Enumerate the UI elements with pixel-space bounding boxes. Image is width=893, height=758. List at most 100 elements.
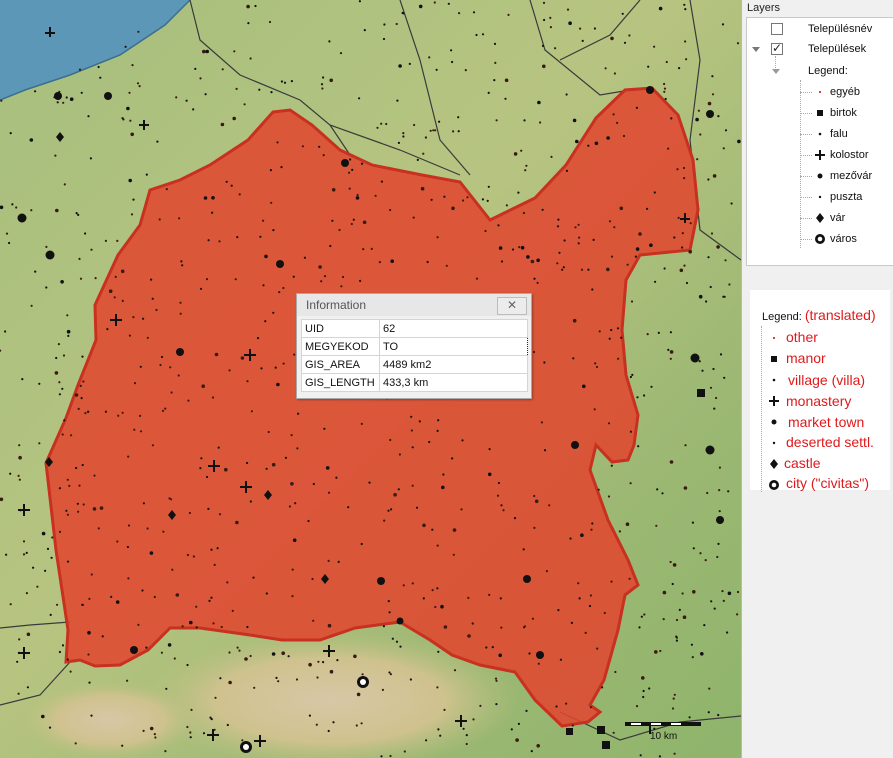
settlement-dot [130,213,134,216]
settlement-dot [11,203,14,206]
settlement-dot [494,677,498,680]
settlement-dot [616,121,619,124]
settlement-dot [78,484,81,487]
close-button[interactable]: ✕ [497,297,527,315]
settlement-dot [181,625,184,628]
settlement-dot [718,489,721,492]
settlement-dot [565,169,569,172]
settlement-dot [568,21,572,26]
settlement-dot [467,596,470,600]
settlement-dot [139,430,143,433]
settlement-dot [308,714,311,717]
settlement-dot [92,507,97,511]
settlement-dot [359,279,362,282]
settlement-dot [685,58,688,61]
settlement-dot [66,314,69,317]
settlement-dot [292,538,297,542]
layer-label-telepulesek[interactable]: Települések [808,43,866,55]
settlement-dot [418,420,421,423]
settlement-dot [606,136,610,140]
settlement-dot [507,13,510,16]
settlement-dot [317,660,320,663]
settlement-dot [464,69,467,72]
settlement-dot [556,225,560,228]
settlement-dot [685,281,689,285]
settlement-dot [78,257,81,260]
settlement-dot [709,285,712,289]
map-view[interactable]: 10 km Information ✕ UID 62 MEGYEKOD TO GIS… [0,0,741,758]
settlement-dot [316,676,319,679]
table-row[interactable]: GIS_LENGTH 433,3 km [301,373,528,392]
settlement-dot [471,622,474,625]
settlement-dot [623,41,627,44]
settlement-dot [290,482,294,486]
settlement-dot [126,106,130,111]
layer-checkbox-telepulesnev[interactable] [771,23,783,35]
layer-label-telepulesnev[interactable]: Településnév [808,23,872,35]
settlement-dot [271,652,276,656]
settlement-dot [291,568,294,571]
settlement-dot [249,500,252,503]
settlement-dot [318,265,322,269]
settlement-dot [639,754,642,757]
settlement-dot [145,646,148,649]
settlement-dot [207,507,210,510]
settlement-dot [138,85,141,88]
settlement-dot [495,119,498,122]
settlement-dot [429,129,432,132]
settlement-dot [220,122,225,127]
settlement-dot [636,396,639,399]
settlement-dot [443,625,448,629]
settlement-dot [46,547,50,551]
settlement-dot [228,680,232,685]
settlement-dot [284,456,287,459]
settlement-dot [532,350,536,354]
settlement-dot [475,277,479,280]
table-row[interactable]: MEGYEKOD TO [301,337,528,356]
settlement-dot [66,513,69,516]
legend-item-label: birtok [830,107,857,119]
table-row[interactable]: UID 62 [301,319,528,338]
settlement-dot [45,245,48,248]
settlement-dot [84,232,87,235]
settlement-dot [710,232,714,235]
table-row[interactable]: GIS_AREA 4489 km2 [301,355,528,374]
settlement-dot [31,566,35,569]
settlement-dot [54,154,57,157]
settlement-dot [690,643,694,646]
settlement-dot [513,152,518,156]
tree-line [800,197,812,198]
settlement-dot [74,393,79,397]
settlement-dot [26,632,31,637]
settlement-dot [8,241,11,245]
settlement-dot [451,206,455,211]
settlement-dot [607,495,611,498]
settlement-dot [548,504,551,507]
settlement-dot [594,141,599,146]
expand-arrow-icon[interactable] [752,47,760,52]
settlement-dot [453,669,457,672]
settlement-dot [589,594,593,597]
settlement-dot [628,34,631,37]
settlement-dot [671,707,675,710]
settlement-dot [716,555,719,559]
settlement-dot [356,692,361,697]
settlement-dot [727,591,732,596]
expand-arrow-icon[interactable] [772,69,780,74]
settlement-dot [158,218,161,221]
settlement-dot [650,385,653,388]
info-title-bar[interactable]: Information ✕ [297,294,531,316]
information-window[interactable]: Information ✕ UID 62 MEGYEKOD TO GIS_AREA 4… [296,293,532,399]
settlement-dot [368,481,371,484]
settlement-dot [695,117,699,122]
layer-checkbox-telepulesek[interactable] [771,41,783,55]
translated-item: market town [788,414,865,430]
settlement-dot [282,362,285,365]
settlement-dot [658,755,662,758]
settlement-dot [475,33,478,37]
settlement-dot [610,464,613,467]
settlement-dot [87,115,90,118]
settlement-dot [389,754,392,758]
settlement-dot [139,414,142,417]
settlement-dot [34,270,37,273]
